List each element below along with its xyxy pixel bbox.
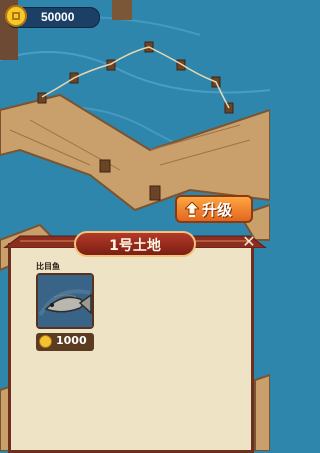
title-plaque: 1号土地 bbox=[74, 231, 196, 257]
coin-balance-value: 50000 bbox=[41, 10, 75, 24]
coin-balance: 50000 bbox=[5, 5, 100, 28]
upgrade-button[interactable]: 升级 bbox=[175, 195, 253, 223]
coin-icon bbox=[5, 5, 27, 27]
coin-icon bbox=[39, 335, 52, 348]
fish-card[interactable]: 比目鱼 1000 bbox=[36, 262, 94, 353]
fish-price-value: 1000 bbox=[56, 334, 87, 347]
upgrade-arrow-icon bbox=[185, 202, 199, 217]
close-icon: ✕ bbox=[242, 232, 256, 251]
upgrade-label: 升级 bbox=[202, 201, 233, 219]
panel-header: 1号土地 ✕ bbox=[0, 231, 270, 259]
panel-title: 1号土地 bbox=[109, 238, 161, 254]
fish-name: 比目鱼 bbox=[36, 262, 60, 271]
flatfish-icon bbox=[38, 275, 92, 327]
close-button[interactable]: ✕ bbox=[240, 233, 258, 251]
fish-price: 1000 bbox=[36, 333, 94, 351]
fish-image-frame bbox=[36, 273, 94, 329]
